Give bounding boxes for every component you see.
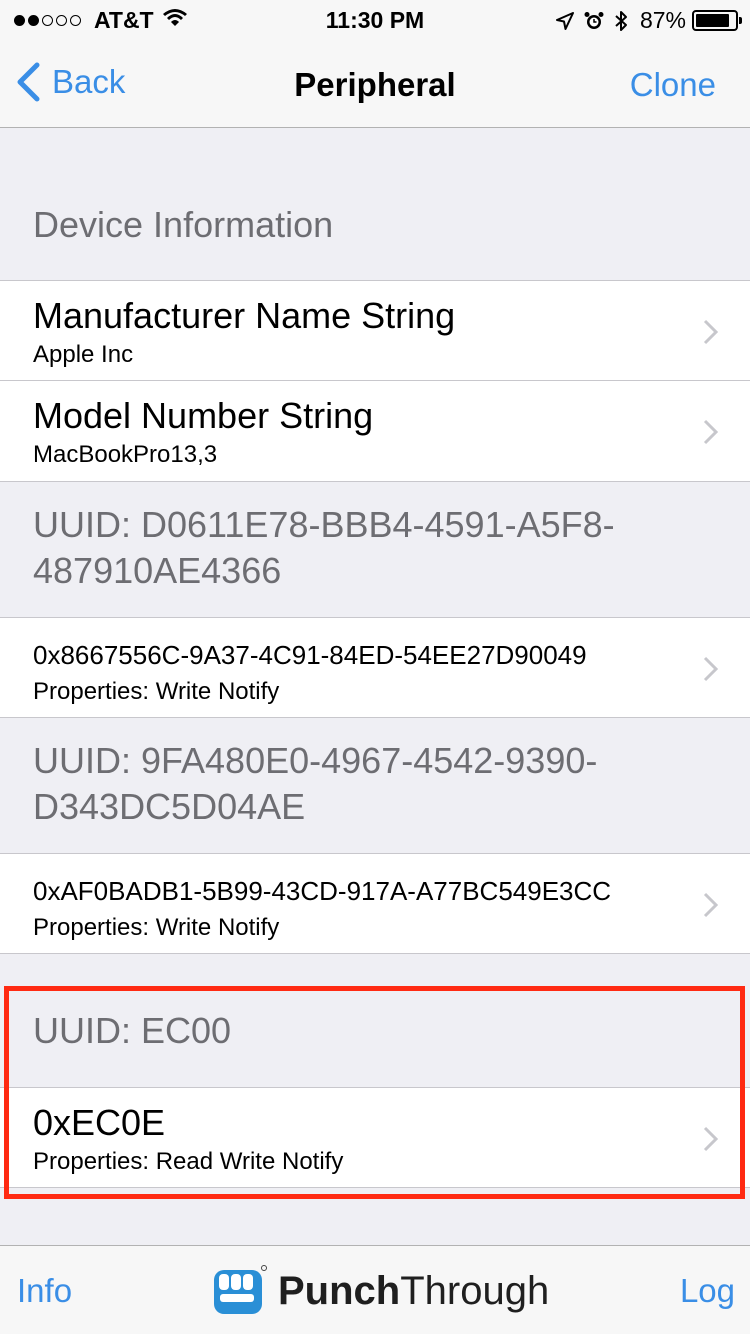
chevron-right-icon bbox=[703, 1126, 718, 1152]
status-right: 87% bbox=[546, 7, 742, 34]
location-arrow-icon bbox=[555, 11, 574, 30]
chevron-right-icon bbox=[703, 319, 718, 345]
navigation-bar: Back Peripheral Clone bbox=[0, 40, 750, 128]
screen: AT&T 11:30 PM 87% Back Peripheral Clone … bbox=[0, 0, 750, 1334]
peripheral-table: Device Information Manufacturer Name Str… bbox=[0, 129, 750, 1188]
cell-title: 0xEC0E bbox=[33, 1102, 166, 1143]
logo-text: PunchThrough bbox=[278, 1269, 549, 1314]
punchthrough-logo: PunchThrough bbox=[210, 1264, 549, 1318]
bottom-toolbar: Info PunchThrough Log bbox=[0, 1245, 750, 1334]
cell-subtitle: Properties: Write Notify bbox=[33, 914, 280, 941]
manufacturer-name-cell[interactable]: Manufacturer Name String Apple Inc bbox=[0, 280, 750, 381]
section-header-device-information: Device Information bbox=[33, 204, 334, 245]
chevron-right-icon bbox=[703, 892, 718, 918]
cell-title: Manufacturer Name String bbox=[33, 295, 456, 336]
chevron-right-icon bbox=[703, 419, 718, 445]
characteristic-cell[interactable]: 0x8667556C-9A37-4C91-84ED-54EE27D90049 P… bbox=[0, 617, 750, 718]
log-button[interactable]: Log bbox=[680, 1272, 735, 1310]
section-header-service-uuid: UUID: 9FA480E0-4967-4542-9390-D343DC5D04… bbox=[33, 740, 598, 827]
status-bar: AT&T 11:30 PM 87% bbox=[0, 0, 750, 40]
clone-button[interactable]: Clone bbox=[630, 66, 716, 104]
logo-text-bold: Punch bbox=[278, 1268, 401, 1313]
cell-subtitle: Properties: Read Write Notify bbox=[33, 1148, 344, 1175]
cell-title: Model Number String bbox=[33, 395, 374, 436]
battery-icon bbox=[692, 10, 742, 31]
cell-subtitle: Apple Inc bbox=[33, 341, 134, 368]
bluetooth-icon bbox=[614, 10, 628, 32]
cell-title: 0xAF0BADB1-5B99-43CD-917A-A77BC549E3CC bbox=[33, 876, 612, 906]
section-header-service-uuid: UUID: EC00 bbox=[33, 1010, 232, 1051]
chevron-right-icon bbox=[703, 656, 718, 682]
fist-icon bbox=[214, 1265, 267, 1314]
logo-text-regular: Through bbox=[400, 1268, 550, 1313]
section-header-service-uuid: UUID: D0611E78-BBB4-4591-A5F8-487910AE43… bbox=[33, 504, 615, 591]
model-number-cell[interactable]: Model Number String MacBookPro13,3 bbox=[0, 381, 750, 482]
characteristic-cell[interactable]: 0xAF0BADB1-5B99-43CD-917A-A77BC549E3CC P… bbox=[0, 853, 750, 954]
alarm-clock-icon bbox=[584, 11, 604, 31]
info-button[interactable]: Info bbox=[17, 1272, 72, 1310]
battery-percentage: 87% bbox=[639, 7, 686, 33]
cell-subtitle: Properties: Write Notify bbox=[33, 678, 280, 705]
cell-subtitle: MacBookPro13,3 bbox=[33, 441, 218, 468]
characteristic-cell[interactable]: 0xEC0E Properties: Read Write Notify bbox=[0, 1087, 750, 1188]
cell-title: 0x8667556C-9A37-4C91-84ED-54EE27D90049 bbox=[33, 640, 587, 670]
